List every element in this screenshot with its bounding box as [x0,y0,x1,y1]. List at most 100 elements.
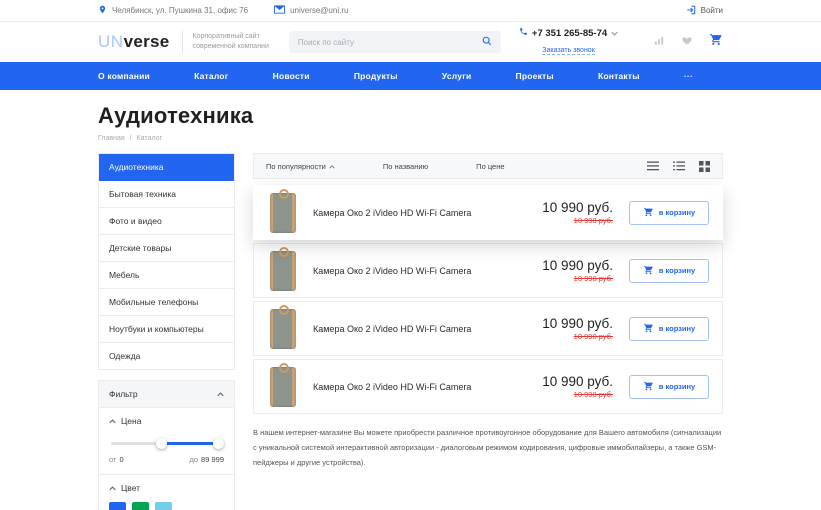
chevron-down-icon [611,28,618,39]
header: UN verse Корпоративный сайт современной … [0,22,821,62]
logo-verse: verse [124,32,170,52]
filter-header[interactable]: Фильтр [99,381,234,408]
sidebar-item-clothes[interactable]: Одежда [99,343,234,369]
callback-link[interactable]: Заказать звонок [542,47,594,55]
login-label: Войти [701,6,723,15]
add-to-cart-label: в корзину [659,324,695,333]
sidebar-item-photo-video[interactable]: Фото и видео [99,208,234,235]
color-section-header[interactable]: Цвет [109,483,224,493]
cart-icon [643,265,654,277]
cart-icon [643,381,654,393]
search-box [289,31,501,53]
product-price: 10 990 руб. [542,200,613,215]
filter-title: Фильтр [109,389,138,399]
product-row: Камера Око 2 iVideo HD Wi-Fi Camera 10 9… [253,359,723,414]
sort-by-name[interactable]: По названию [383,162,428,171]
cart-icon [643,207,654,219]
product-old-price: 10 990 руб. [542,274,613,283]
address-item: Челябинск, ул. Пушкина 31, офис 76 [98,4,248,17]
phone-icon [519,27,528,39]
sidebar-item-audio[interactable]: Аудиотехника [99,154,234,181]
chevron-up-icon [109,416,116,426]
add-to-cart-label: в корзину [659,382,695,391]
detailed-list-view-icon[interactable] [673,161,685,171]
email-link[interactable]: universe@uni.ru [290,6,348,15]
phone-number: +7 351 265-85-74 [532,28,607,39]
sidebar-item-kids[interactable]: Детские товары [99,235,234,262]
logo-tagline: Корпоративный сайт современной компании [193,32,269,53]
product-list: Камера Око 2 iVideo HD Wi-Fi Camera 10 9… [253,185,723,414]
sidebar-item-furniture[interactable]: Мебель [99,262,234,289]
product-image[interactable] [270,251,296,291]
category-list: Аудиотехника Бытовая техника Фото и виде… [98,153,235,370]
price-block: 10 990 руб. 10 990 руб. [542,374,613,399]
logo[interactable]: UN verse [98,32,170,52]
color-section-label: Цвет [121,483,140,493]
sort-bar: По популярности По названию По цене [253,153,723,179]
product-title[interactable]: Камера Око 2 iVideo HD Wi-Fi Camera [313,266,542,276]
product-price: 10 990 руб. [542,258,613,273]
product-title[interactable]: Камера Око 2 iVideo HD Wi-Fi Camera [313,324,542,334]
add-to-cart-button[interactable]: в корзину [629,317,709,341]
product-image[interactable] [270,309,296,349]
compare-button[interactable] [653,33,665,51]
cart-button[interactable] [709,33,723,51]
email-item[interactable]: universe@uni.ru [274,5,348,16]
sort-by-price[interactable]: По цене [476,162,504,171]
product-price: 10 990 руб. [542,374,613,389]
filter-section-color: Цвет [99,475,234,510]
grid-view-icon[interactable] [699,161,710,172]
favorites-button[interactable] [681,33,693,51]
breadcrumb-home[interactable]: Главная [98,135,125,142]
nav-item-about[interactable]: О компании [98,71,150,81]
login-icon [686,5,696,17]
topbar: Челябинск, ул. Пушкина 31, офис 76 unive… [0,0,821,22]
search-button[interactable] [479,34,495,50]
sidebar-item-appliances[interactable]: Бытовая техника [99,181,234,208]
product-image[interactable] [270,367,296,407]
nav-item-contacts[interactable]: Контакты [598,71,640,81]
product-title[interactable]: Камера Око 2 iVideo HD Wi-Fi Camera [313,208,542,218]
sidebar-item-phones[interactable]: Мобильные телефоны [99,289,234,316]
slider-handle-min[interactable] [156,438,167,449]
nav-item-products[interactable]: Продукты [354,71,398,81]
slider-handle-max[interactable] [213,438,224,449]
phone-dropdown[interactable]: +7 351 265-85-74 [519,27,618,39]
product-price: 10 990 руб. [542,316,613,331]
nav-item-news[interactable]: Новости [273,71,310,81]
breadcrumb-catalog[interactable]: Каталог [137,135,162,142]
color-swatch-skyblue[interactable] [155,502,172,510]
price-from: от0 [109,455,124,464]
list-view-icon[interactable] [647,161,659,171]
login-button[interactable]: Войти [686,5,723,17]
product-old-price: 10 990 руб. [542,390,613,399]
chevron-up-icon [217,389,224,399]
price-block: 10 990 руб. 10 990 руб. [542,258,613,283]
category-description: В нашем интернет-магазине Вы можете прио… [253,425,723,470]
add-to-cart-button[interactable]: в корзину [629,259,709,283]
page-title: Аудиотехника [98,103,723,129]
logo-un: UN [98,32,124,52]
search-input[interactable] [298,38,479,47]
nav-item-more[interactable]: ··· [684,71,693,81]
compare-chart-icon [653,33,665,51]
price-section-label: Цена [121,416,141,426]
add-to-cart-button[interactable]: в корзину [629,375,709,399]
product-old-price: 10 990 руб. [542,216,613,225]
search-icon [482,33,492,51]
nav-item-catalog[interactable]: Каталог [194,71,228,81]
color-swatch-green[interactable] [132,502,149,510]
logo-divider [182,31,183,53]
price-block: 10 990 руб. 10 990 руб. [542,316,613,341]
sidebar-item-laptops[interactable]: Ноутбуки и компьютеры [99,316,234,343]
price-to: до89 999 [189,455,224,464]
color-swatch-blue[interactable] [109,502,126,510]
filter-panel: Фильтр Цена [98,380,235,510]
price-section-header[interactable]: Цена [109,416,224,426]
nav-item-services[interactable]: Услуги [442,71,471,81]
add-to-cart-button[interactable]: в корзину [629,201,709,225]
sort-by-popularity[interactable]: По популярности [266,162,335,171]
nav-item-projects[interactable]: Проекты [516,71,554,81]
product-image[interactable] [270,193,296,233]
product-title[interactable]: Камера Око 2 iVideo HD Wi-Fi Camera [313,382,542,392]
